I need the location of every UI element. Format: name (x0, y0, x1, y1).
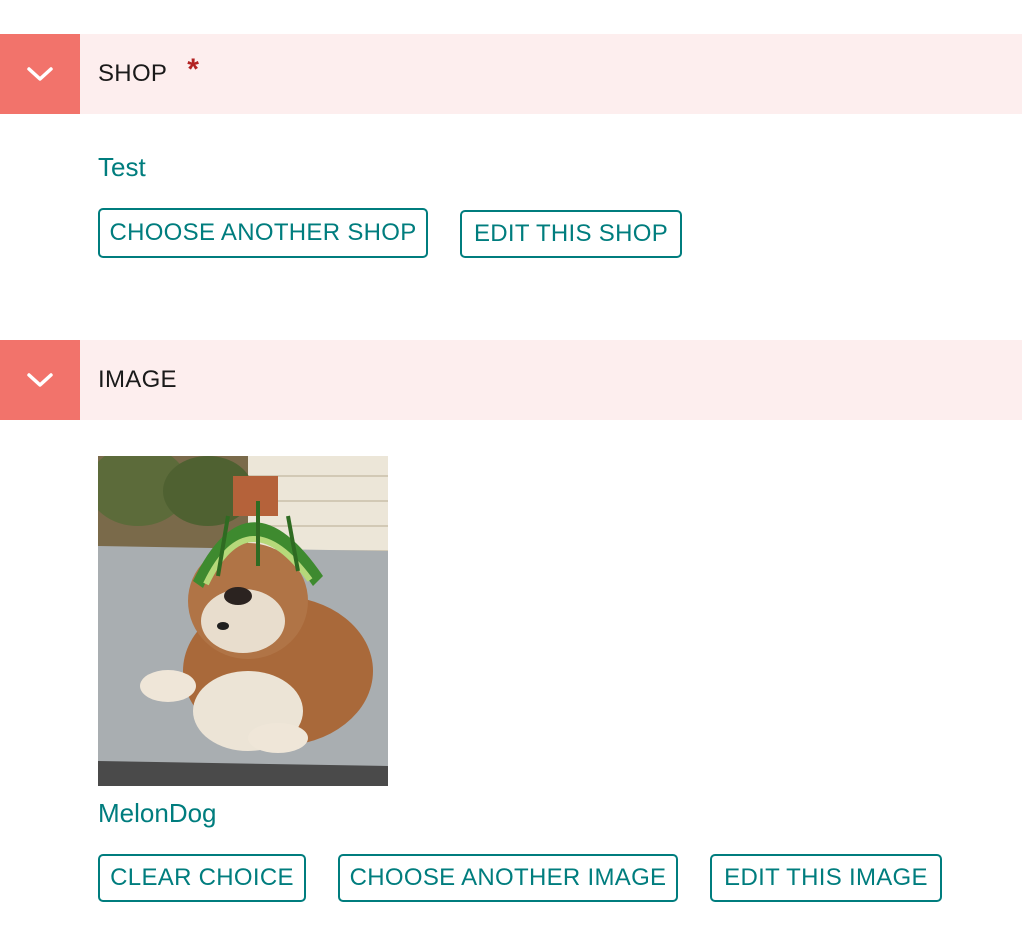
edit-image-button[interactable]: EDIT THIS IMAGE (710, 854, 942, 902)
image-thumbnail[interactable] (98, 456, 388, 786)
chosen-image-title[interactable]: MelonDog (98, 798, 217, 829)
required-indicator: * (187, 53, 199, 86)
dog-photo (98, 456, 388, 786)
shop-panel-header: SHOP * (0, 34, 1022, 114)
chosen-shop-title[interactable]: Test (98, 152, 146, 183)
choose-another-shop-button[interactable]: CHOOSE ANOTHER SHOP (98, 208, 428, 258)
clear-choice-button[interactable]: CLEAR CHOICE (98, 854, 306, 902)
choose-another-image-button[interactable]: CHOOSE ANOTHER IMAGE (338, 854, 678, 902)
edit-shop-button[interactable]: EDIT THIS SHOP (460, 210, 682, 258)
image-panel-title: IMAGE (98, 366, 177, 393)
chevron-down-icon (27, 373, 53, 387)
image-panel-toggle[interactable] (0, 340, 80, 420)
image-panel-header: IMAGE (0, 340, 1022, 420)
shop-panel-toggle[interactable] (0, 34, 80, 114)
chevron-down-icon (27, 67, 53, 81)
shop-panel-title: SHOP (98, 60, 168, 87)
